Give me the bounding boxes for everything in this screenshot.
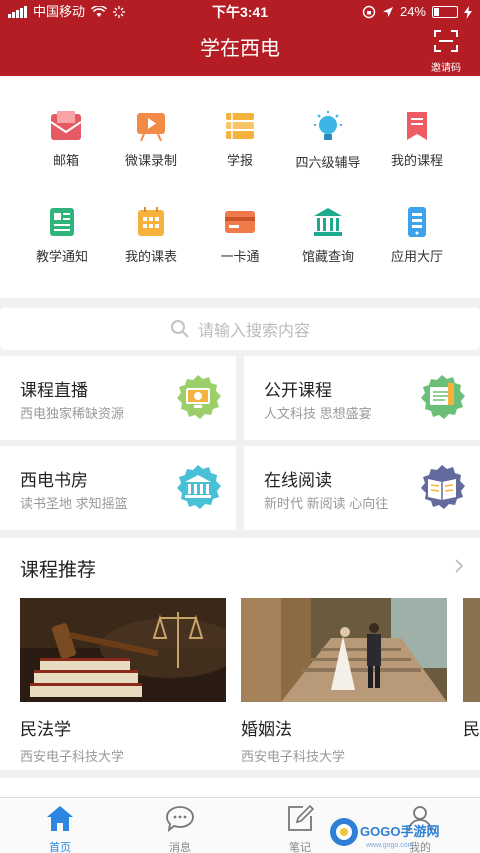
- grid-item-label: 邮箱: [52, 153, 79, 168]
- search-placeholder: 请输入搜索内容: [197, 323, 310, 340]
- card-title: 西电书房: [20, 471, 88, 490]
- grid-item-journal[interactable]: 学报: [192, 110, 288, 190]
- grid-item-label: 馆藏查询: [301, 249, 354, 264]
- grid-item-mail[interactable]: 邮箱: [18, 110, 114, 190]
- bookmark-icon: [407, 112, 427, 140]
- grid-item-label: 四六级辅导: [295, 155, 361, 170]
- course-name: 民: [463, 720, 480, 739]
- grid-item-my-courses[interactable]: 我的课程: [369, 110, 465, 190]
- reading-book-icon: [421, 465, 465, 509]
- grid-item-timetable[interactable]: 我的课表: [103, 206, 199, 286]
- card-subtitle: 人文科技 思想盛宴: [264, 406, 372, 421]
- journal-books-icon: [226, 113, 254, 139]
- card-icon: [225, 211, 255, 233]
- course-recommend-section: 课程推荐 民法学 西安电子科技大学 婚姻法 西安电子科技大学 民: [0, 538, 480, 770]
- course-university: 西安电子科技大学: [20, 749, 125, 764]
- card-online-reading[interactable]: 在线阅读 新时代 新阅读 心向往: [244, 446, 480, 530]
- search-input[interactable]: 请输入搜索内容: [0, 308, 480, 350]
- grid-item-label: 应用大厅: [390, 249, 443, 264]
- message-icon: [166, 806, 194, 833]
- course-thumbnail-gavel: [20, 598, 226, 702]
- course-card[interactable]: 民: [463, 598, 480, 740]
- library-icon: [314, 208, 342, 236]
- tab-notes[interactable]: 笔记: [265, 804, 335, 853]
- grid-item-video-record[interactable]: 微课录制: [103, 110, 199, 190]
- grid-item-label: 一卡通: [220, 249, 260, 264]
- lightbulb-icon: [314, 111, 342, 140]
- grid-item-campus-card[interactable]: 一卡通: [192, 206, 288, 286]
- status-bar: 中国移动 下午3:41 24%: [0, 0, 480, 24]
- live-screen-icon: [177, 375, 221, 419]
- library-building-icon: [177, 465, 221, 509]
- course-card[interactable]: 婚姻法 西安电子科技大学: [241, 598, 447, 765]
- calendar-icon: [138, 207, 164, 236]
- card-title: 课程直播: [20, 381, 88, 400]
- card-live-course[interactable]: 课程直播 西电独家稀缺资源: [0, 356, 236, 440]
- grid-item-app-hall[interactable]: 应用大厅: [369, 206, 465, 286]
- function-grid: 邮箱 微课录制 学报 四六级辅导 我的课程 教学通知 我的课表 一卡通 馆藏查询…: [0, 76, 480, 298]
- grid-item-notices[interactable]: 教学通知: [14, 206, 110, 286]
- card-title: 公开课程: [264, 381, 332, 400]
- course-thumbnail-wedding: [241, 598, 447, 702]
- charging-bolt-icon: [464, 5, 472, 19]
- tab-home[interactable]: 首页: [25, 804, 95, 853]
- card-title: 在线阅读: [264, 471, 332, 490]
- invite-code-button[interactable]: 邀请码: [426, 30, 466, 74]
- tab-label: 笔记: [289, 842, 311, 853]
- card-open-course[interactable]: 公开课程 人文科技 思想盛宴: [244, 356, 480, 440]
- grid-item-label: 学报: [226, 153, 253, 168]
- card-xidian-study[interactable]: 西电书房 读书圣地 求知摇篮: [0, 446, 236, 530]
- next-section-peek: [0, 778, 480, 798]
- battery-percent: 24%: [399, 4, 426, 19]
- app-header: 中国移动 下午3:41 24% 学在西电 邀请码: [0, 0, 480, 76]
- course-university: 西安电子科技大学: [241, 749, 346, 764]
- section-title: 课程推荐: [20, 560, 97, 581]
- svg-text:GOGO手游网: GOGO手游网: [360, 824, 439, 839]
- note-icon: [288, 804, 315, 831]
- course-thumbnail: [463, 598, 480, 702]
- invite-code-label: 邀请码: [431, 63, 461, 74]
- battery-icon: [432, 6, 458, 18]
- course-card[interactable]: 民法学 西安电子科技大学: [20, 598, 226, 765]
- grid-item-label: 我的课程: [390, 153, 443, 168]
- page-title: 学在西电: [200, 38, 280, 60]
- rotation-lock-icon: [362, 5, 376, 19]
- grid-item-library-search[interactable]: 馆藏查询: [280, 206, 376, 286]
- home-icon: [47, 806, 73, 831]
- tab-label: 首页: [49, 842, 71, 853]
- course-name: 婚姻法: [241, 720, 292, 739]
- location-arrow-icon: [382, 7, 393, 17]
- video-record-icon: [137, 113, 165, 142]
- mail-icon: [50, 111, 82, 140]
- card-subtitle: 读书圣地 求知摇篮: [20, 496, 128, 511]
- open-book-icon: [421, 375, 465, 419]
- search-icon: [170, 320, 189, 338]
- scan-icon: [434, 30, 458, 52]
- grid-item-label: 教学通知: [35, 249, 88, 264]
- card-subtitle: 新时代 新阅读 心向往: [264, 496, 389, 511]
- tab-messages[interactable]: 消息: [145, 804, 215, 853]
- grid-item-label: 我的课表: [124, 249, 177, 264]
- course-name: 民法学: [20, 720, 71, 739]
- card-subtitle: 西电独家稀缺资源: [20, 406, 125, 421]
- svg-text:www.gogo.com: www.gogo.com: [365, 842, 414, 849]
- tab-label: 消息: [169, 842, 191, 853]
- watermark-logo: GOGO手游网 www.gogo.com: [330, 818, 439, 849]
- notice-icon: [50, 208, 74, 236]
- grid-item-cet-tutoring[interactable]: 四六级辅导: [280, 110, 376, 190]
- grid-item-label: 微课录制: [124, 153, 177, 168]
- app-hall-icon: [408, 207, 426, 237]
- chevron-right-icon[interactable]: [454, 558, 464, 574]
